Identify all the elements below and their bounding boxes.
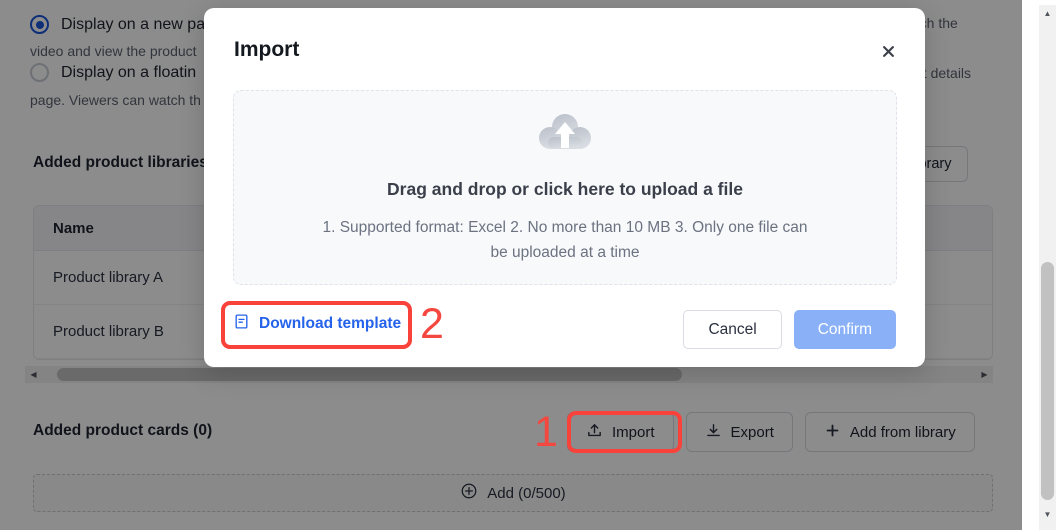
dropzone-description: 1. Supported format: Excel 2. No more th…	[322, 219, 808, 261]
file-dropzone[interactable]: Drag and drop or click here to upload a …	[233, 90, 897, 285]
download-template-label: Download template	[259, 315, 402, 332]
vertical-scroll-thumb[interactable]	[1041, 262, 1054, 500]
annotation-marker-2: 2	[420, 300, 444, 348]
dialog-action-buttons: Cancel Confirm	[683, 310, 896, 349]
annotation-marker-1: 1	[534, 408, 558, 456]
import-dialog: Import Drag and drop or click here to up…	[204, 8, 925, 367]
download-template-link[interactable]: Download template	[233, 313, 401, 335]
triangle-down-icon[interactable]: ▼	[1039, 506, 1056, 523]
confirm-button[interactable]: Confirm	[793, 310, 896, 349]
cancel-button[interactable]: Cancel	[683, 310, 782, 349]
file-document-icon	[233, 313, 250, 335]
dropzone-headline: Drag and drop or click here to upload a …	[387, 179, 743, 200]
cloud-upload-icon	[536, 110, 594, 161]
dialog-title: Import	[234, 38, 300, 61]
close-icon[interactable]	[875, 38, 901, 64]
triangle-up-icon[interactable]: ▲	[1039, 5, 1056, 22]
app-root: Display on a new pa video and view the p…	[0, 0, 1056, 530]
page-vertical-scrollbar[interactable]: ▲ ▼	[1039, 0, 1056, 530]
